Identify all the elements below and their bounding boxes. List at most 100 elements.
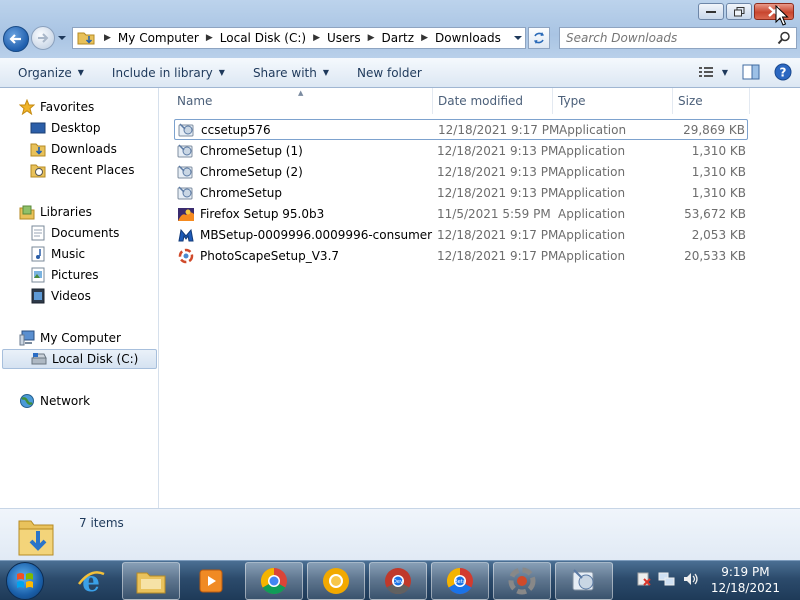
documents-icon (30, 225, 46, 241)
nav-my-computer[interactable]: My Computer (19, 328, 176, 348)
include-in-library-label: Include in library (111, 65, 213, 80)
taskbar-photoscape[interactable] (493, 562, 551, 600)
photoscape-icon (508, 567, 536, 595)
file-type: Application (558, 248, 626, 263)
view-details-icon (698, 67, 713, 77)
include-in-library-button[interactable]: Include in library ▼ (104, 58, 233, 87)
computer-icon (19, 330, 35, 346)
refresh-button[interactable] (528, 27, 550, 49)
table-row[interactable]: MBSetup-0009996.0009996-consumer 12/18/2… (174, 224, 748, 245)
media-player-icon (199, 569, 223, 593)
hard-drive-icon (31, 351, 47, 367)
windows-logo-icon (17, 573, 33, 588)
search-input[interactable] (566, 31, 766, 45)
taskbar-chrome-canary[interactable] (307, 562, 365, 600)
back-arrow-icon (9, 34, 21, 44)
network-status-icon[interactable] (658, 571, 676, 587)
change-view-button[interactable]: ▼ (698, 65, 728, 79)
photoscape-installer-icon (177, 248, 195, 264)
forward-button[interactable] (31, 26, 55, 50)
clock-date: 12/18/2021 (710, 581, 780, 595)
nav-favorites[interactable]: Favorites (19, 97, 176, 117)
nav-local-disk[interactable]: Local Disk (C:) (2, 349, 157, 369)
file-date: 12/18/2021 9:13 PM (437, 185, 559, 200)
chevron-right-icon[interactable]: ▶ (206, 33, 213, 43)
forward-arrow-icon (38, 33, 49, 43)
column-header-size[interactable]: Size (673, 88, 750, 114)
file-list: Name ▲ Date modified Type Size ccsetup57… (160, 88, 800, 508)
breadcrumb-users[interactable]: Users (327, 31, 361, 45)
restore-button[interactable] (726, 3, 752, 20)
file-size: 1,310 KB (691, 185, 746, 200)
preview-pane-icon[interactable] (742, 64, 760, 80)
breadcrumb-local-disk[interactable]: Local Disk (C:) (220, 31, 306, 45)
nav-network[interactable]: Network (19, 391, 176, 411)
help-icon[interactable]: ? (774, 63, 792, 81)
nav-libraries[interactable]: Libraries (19, 202, 176, 222)
nav-documents-label: Documents (51, 226, 120, 240)
taskbar-chrome[interactable] (245, 562, 303, 600)
table-row[interactable]: ccsetup576 12/18/2021 9:17 PM Applicatio… (174, 119, 748, 140)
installer-icon (177, 185, 195, 201)
chevron-right-icon[interactable]: ▶ (368, 33, 375, 43)
table-row[interactable]: ChromeSetup (1) 12/18/2021 9:13 PM Appli… (174, 140, 748, 161)
taskbar-internet-explorer[interactable]: e (62, 562, 120, 600)
table-row[interactable]: ChromeSetup (2) 12/18/2021 9:13 PM Appli… (174, 161, 748, 182)
malwarebytes-installer-icon (177, 227, 195, 243)
table-row[interactable]: Firefox Setup 95.0b3 11/5/2021 5:59 PM A… (174, 203, 748, 224)
taskbar-media-player[interactable] (182, 562, 240, 600)
nav-network-label: Network (40, 394, 91, 408)
restore-icon (733, 6, 744, 16)
window-titlebar: ▶ My Computer ▶ Local Disk (C:) ▶ Users … (0, 0, 800, 58)
chevron-right-icon[interactable]: ▶ (421, 33, 428, 43)
recent-pages-dropdown[interactable] (57, 33, 67, 43)
new-folder-button[interactable]: New folder (349, 58, 430, 87)
file-size: 53,672 KB (684, 206, 746, 221)
taskbar-installer[interactable] (555, 562, 613, 600)
installer-icon (178, 122, 196, 138)
taskbar-chrome-beta[interactable]: Beta (431, 562, 489, 600)
nav-favorites-label: Favorites (40, 100, 95, 114)
table-row[interactable]: ChromeSetup 12/18/2021 9:13 PM Applicati… (174, 182, 748, 203)
file-name: PhotoScapeSetup_V3.7 (200, 248, 340, 263)
file-date: 12/18/2021 9:17 PM (437, 227, 559, 242)
chevron-down-icon: ▼ (721, 67, 728, 77)
file-size: 2,053 KB (691, 227, 746, 242)
chevron-right-icon[interactable]: ▶ (313, 33, 320, 43)
back-button[interactable] (3, 26, 29, 52)
column-header-date[interactable]: Date modified (433, 88, 553, 114)
taskbar-windows-explorer[interactable] (122, 562, 180, 600)
chrome-beta-icon: Beta (446, 567, 473, 595)
taskbar-chrome-dev[interactable]: Dev (369, 562, 427, 600)
taskbar-clock[interactable]: 9:19 PM 12/18/2021 (711, 564, 780, 596)
file-date: 12/18/2021 9:17 PM (438, 122, 560, 137)
breadcrumb-downloads[interactable]: Downloads (435, 31, 501, 45)
search-box[interactable] (559, 27, 797, 49)
column-header-type[interactable]: Type (553, 88, 673, 114)
column-header-name[interactable]: Name ▲ (160, 88, 433, 114)
address-bar[interactable]: ▶ My Computer ▶ Local Disk (C:) ▶ Users … (72, 27, 526, 49)
address-dropdown-icon[interactable] (513, 33, 523, 43)
nav-pictures-label: Pictures (51, 268, 99, 282)
file-type: Application (558, 206, 626, 221)
file-size: 29,869 KB (683, 122, 745, 137)
file-size: 1,310 KB (691, 143, 746, 158)
command-toolbar: Organize ▼ Include in library ▼ Share with… (0, 58, 800, 88)
minimize-button[interactable] (698, 3, 724, 20)
breadcrumb-my-computer[interactable]: My Computer (118, 31, 199, 45)
volume-icon[interactable] (682, 571, 700, 587)
share-with-button[interactable]: Share with ▼ (245, 58, 337, 87)
nav-desktop-label: Desktop (51, 121, 101, 135)
search-icon[interactable] (777, 31, 791, 45)
action-center-icon[interactable] (636, 571, 652, 587)
start-button[interactable] (6, 562, 44, 600)
music-icon (30, 246, 46, 262)
file-size: 1,310 KB (691, 164, 746, 179)
chevron-down-icon: ▼ (322, 68, 329, 77)
file-type: Application (558, 143, 626, 158)
minimize-icon (706, 10, 716, 13)
organize-button[interactable]: Organize ▼ (0, 58, 92, 87)
table-row[interactable]: PhotoScapeSetup_V3.7 12/18/2021 9:17 PM … (174, 245, 748, 266)
firefox-installer-icon (177, 206, 195, 222)
breadcrumb-dartz[interactable]: Dartz (382, 31, 415, 45)
